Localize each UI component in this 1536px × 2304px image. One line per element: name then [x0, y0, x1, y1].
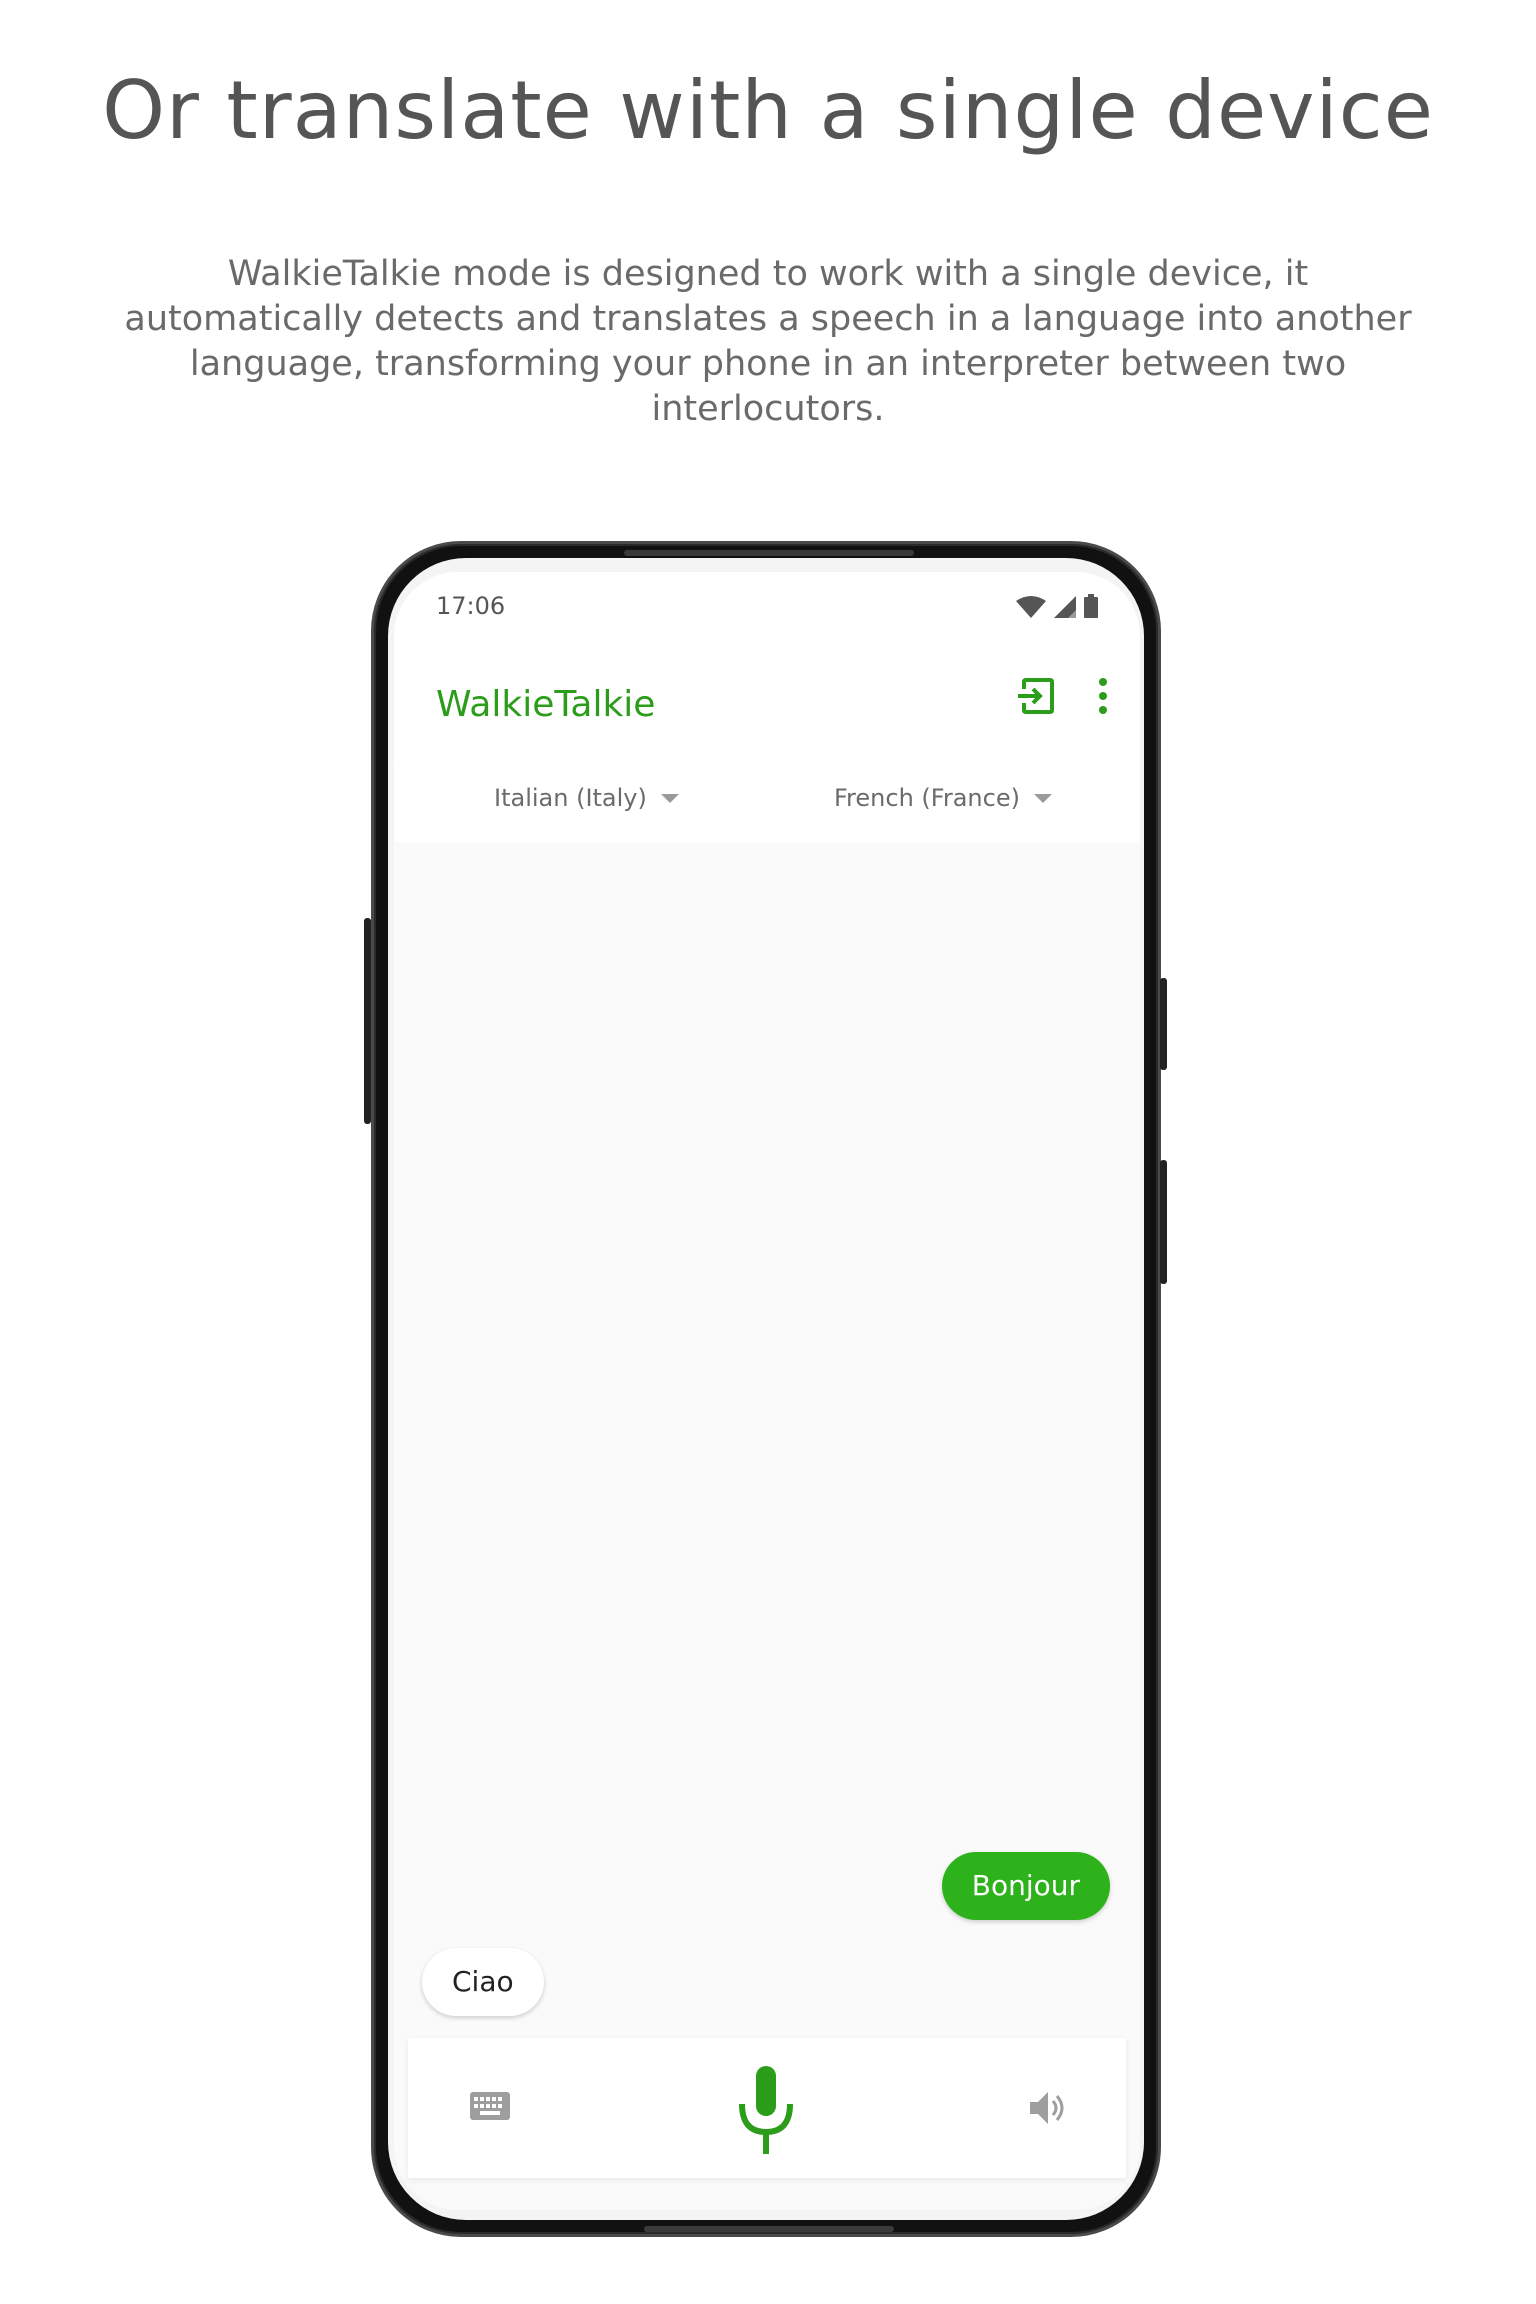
language-select-left[interactable]: Italian (Italy) [494, 784, 679, 812]
language-select-right[interactable]: French (France) [834, 784, 1052, 812]
battery-icon [1084, 594, 1098, 618]
chevron-down-icon [1033, 793, 1052, 803]
phone-earpiece [624, 550, 914, 556]
page-title: Or translate with a single device [102, 64, 1434, 157]
keyboard-icon[interactable] [470, 2090, 510, 2122]
more-vert-icon[interactable] [1088, 676, 1118, 716]
language-right-label: French (France) [834, 784, 1020, 812]
speaker-icon[interactable] [1028, 2088, 1068, 2128]
microphone-icon[interactable] [736, 2064, 796, 2160]
phone-screen: 17:06 WalkieTalkie Italian (Italy) Frenc… [394, 572, 1140, 2210]
signal-icon [1054, 596, 1076, 618]
page-description: WalkieTalkie mode is designed to work wi… [124, 254, 1412, 429]
app-title: WalkieTalkie [436, 684, 656, 725]
status-icons [1016, 594, 1098, 618]
phone-bottom-port [644, 2226, 894, 2232]
bottom-toolbar [408, 2038, 1126, 2178]
message-bubble-original[interactable]: Ciao [422, 1948, 544, 2016]
app-bar: WalkieTalkie [394, 642, 1140, 762]
status-bar: 17:06 [394, 572, 1140, 642]
conversation-area[interactable] [394, 842, 1140, 2112]
exit-icon[interactable] [1016, 676, 1056, 716]
chevron-down-icon [660, 793, 679, 803]
message-bubble-translated[interactable]: Bonjour [941, 1852, 1110, 1920]
phone-power-button [1160, 1160, 1167, 1284]
language-left-label: Italian (Italy) [494, 784, 647, 812]
page: Or translate with a single device Walkie… [0, 0, 1536, 2304]
language-bar: Italian (Italy) French (France) [394, 762, 1140, 842]
phone-volume-button [364, 918, 371, 1124]
phone-alert-slider [1160, 978, 1167, 1070]
wifi-icon [1016, 596, 1046, 618]
status-time: 17:06 [436, 592, 506, 620]
